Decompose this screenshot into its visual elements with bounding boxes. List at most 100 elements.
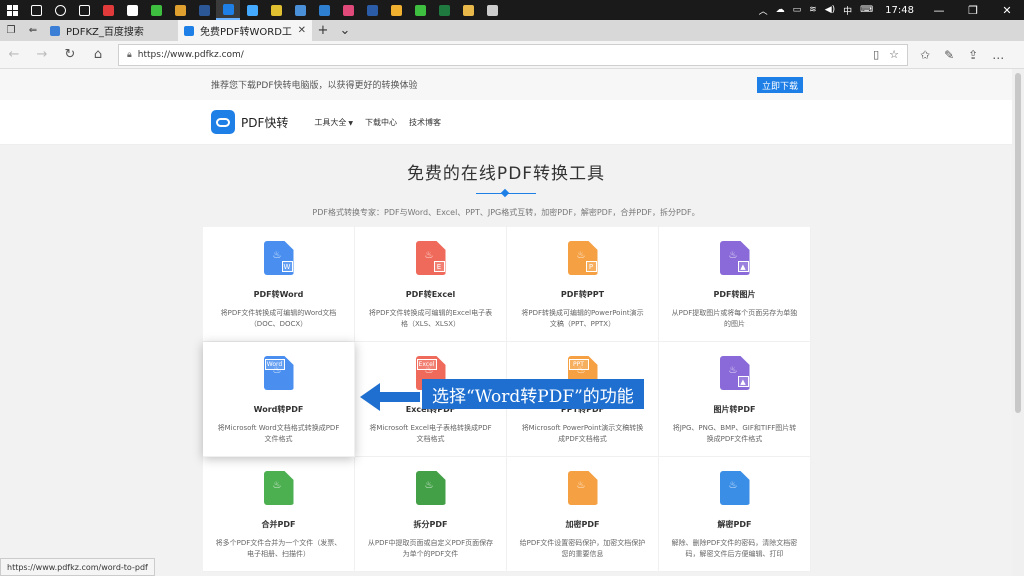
battery-icon[interactable]: ▭ <box>789 5 806 15</box>
photoshop-icon <box>366 4 378 16</box>
tool-card[interactable]: ♨ 拆分PDF 从PDF中提取页面或自定义PDF页面保存为单个的PDF文件 <box>355 457 507 572</box>
card-title: 图片转PDF <box>713 405 756 414</box>
favorites-icon[interactable]: ✩ <box>920 48 930 62</box>
volume-icon[interactable]: ◀) <box>821 5 839 15</box>
taskbar-app-red-icon[interactable] <box>96 0 120 20</box>
address-input[interactable]: 🔒︎ https://www.pdfkz.com/ ▯ ☆ <box>118 43 908 66</box>
close-icon[interactable]: ✕ <box>298 25 306 36</box>
more-icon[interactable]: … <box>992 48 1004 62</box>
tool-card[interactable]: ♨ 加密PDF 给PDF文件设置密码保护，加密文档保护您的重要信息 <box>507 457 659 572</box>
chevron-up-icon[interactable]: ︿ <box>755 4 772 17</box>
new-tab-button[interactable]: + <box>312 20 334 41</box>
page-scrollbar[interactable] <box>1012 69 1024 576</box>
tool-card[interactable]: ♨ P PDF转PPT 将PDF转换成可编辑的PowerPoint演示文稿（PPT、P… <box>507 227 659 342</box>
taskbar-search-icon[interactable] <box>24 0 48 20</box>
card-description: 从PDF中提取页面或自定义PDF页面保存为单个的PDF文件 <box>367 539 494 558</box>
clock[interactable]: 17:48 <box>877 5 922 16</box>
tool-card[interactable]: ♨ ▲ PDF转图片 从PDF提取图片或将每个页面另存为单独的图片 <box>659 227 811 342</box>
page-subtitle: PDF格式转换专家：PDF与Word、Excel、PPT、JPG格式互转，加密P… <box>312 208 700 217</box>
minimize-button[interactable]: — <box>922 4 956 17</box>
scrollbar-thumb[interactable] <box>1015 73 1021 413</box>
taskbar-photos-icon[interactable] <box>288 0 312 20</box>
card-title: PDF转Excel <box>405 290 456 299</box>
pdf-to-image-icon: ♨ ▲ <box>719 241 750 275</box>
download-now-button[interactable]: 立即下载 <box>757 77 803 93</box>
card-title: 合并PDF <box>261 520 296 529</box>
back-tabs-icon[interactable]: ⇐ <box>22 20 44 41</box>
share-icon[interactable]: ⇪ <box>968 48 978 62</box>
taskbar-app-pink-icon[interactable] <box>336 0 360 20</box>
taskbar-photoshop-icon[interactable] <box>360 0 384 20</box>
tool-card[interactable]: ♨ ▲ 图片转PDF 将JPG、PNG、BMP、GIF和TIFF图片转换成PDF文件格… <box>659 342 811 457</box>
taskbar-excel-icon[interactable] <box>432 0 456 20</box>
taskbar-app-green-icon[interactable] <box>144 0 168 20</box>
tool-card[interactable]: ♨ E PDF转Excel 将PDF文件转换成可编辑的Excel电子表格（XLS、XL… <box>355 227 507 342</box>
close-button[interactable]: ✕ <box>990 4 1024 17</box>
image-to-pdf-icon: ♨ ▲ <box>719 356 750 390</box>
favorite-star-icon[interactable]: ☆ <box>889 48 899 61</box>
brand-name[interactable]: PDF快转 <box>241 114 288 131</box>
refresh-button[interactable]: ↻ <box>56 47 84 62</box>
app-pink-icon <box>342 4 354 16</box>
app-red-icon <box>102 4 114 16</box>
taskbar-ie-icon[interactable] <box>312 0 336 20</box>
wifi-icon[interactable]: ≋ <box>805 5 821 15</box>
reading-view-icon[interactable]: ▯ <box>873 48 879 61</box>
taskbar-edge-icon[interactable] <box>216 0 240 20</box>
taskbar-file-icon[interactable] <box>120 0 144 20</box>
site-header: PDF快转 工具大全 ▼ 下载中心 技术博客 <box>0 100 1012 145</box>
lock-icon: 🔒︎ <box>127 49 132 60</box>
mail-icon <box>486 4 498 16</box>
taskbar-face-icon[interactable] <box>384 0 408 20</box>
baidu-favicon-icon <box>50 25 60 36</box>
folder-icon <box>462 4 474 16</box>
ie-icon <box>318 4 330 16</box>
page-title: 免费的在线PDF转换工具 <box>406 164 606 184</box>
card-title: 拆分PDF <box>413 520 448 529</box>
ime-indicator[interactable]: 中 <box>839 4 856 17</box>
nav-download-center[interactable]: 下载中心 <box>365 117 397 128</box>
start-button[interactable] <box>0 0 24 20</box>
card-description: 给PDF文件设置密码保护，加密文档保护您的重要信息 <box>519 539 646 558</box>
back-button[interactable]: ← <box>0 47 28 62</box>
pdf-to-ppt-icon: ♨ P <box>567 241 598 275</box>
caret-down-icon: ▼ <box>348 119 354 127</box>
tool-card[interactable]: ♨ 解密PDF 解除、删除PDF文件的密码，清除文档密码，解密文件后方便编辑、打印 <box>659 457 811 572</box>
tool-card[interactable]: ♨ Word Word转PDF 将Microsoft Word文档格式转换成PDF文件… <box>203 342 355 457</box>
nav-tech-blog[interactable]: 技术博客 <box>409 117 441 128</box>
taskbar-mail-icon[interactable] <box>480 0 504 20</box>
tab-title: 免费PDF转WORD工具[F <box>200 27 292 38</box>
taskbar-word-icon[interactable] <box>192 0 216 20</box>
keyboard-icon[interactable]: ⌨ <box>856 5 877 15</box>
taskbar-task-view-icon[interactable] <box>72 0 96 20</box>
url-text: https://www.pdfkz.com/ <box>137 49 244 60</box>
nav-tools[interactable]: 工具大全 ▼ <box>314 117 353 128</box>
taskbar-weibo-icon[interactable] <box>168 0 192 20</box>
taskbar-wechat-icon[interactable] <box>408 0 432 20</box>
restore-button[interactable]: ❐ <box>956 4 990 17</box>
pen-icon[interactable]: ✎ <box>944 48 954 62</box>
chevron-down-icon[interactable]: ⌄ <box>334 20 356 41</box>
task-view-icon <box>78 4 90 16</box>
edge-icon <box>222 3 234 15</box>
tab-baidu-search[interactable]: PDFKZ_百度搜索 <box>44 20 178 41</box>
taskbar-cortana-icon[interactable] <box>48 0 72 20</box>
tool-card[interactable]: ♨ 合并PDF 将多个PDF文件合并为一个文件（发票、电子相册、扫描件） <box>203 457 355 572</box>
tool-card[interactable]: ♨ W PDF转Word 将PDF文件转换成可编辑的Word文档（DOC、DOCX） <box>203 227 355 342</box>
pdfkz-logo-icon[interactable] <box>211 110 235 134</box>
card-title: PDF转图片 <box>713 290 756 299</box>
tab-pdfkz[interactable]: 免费PDF转WORD工具[F ✕ <box>178 20 312 41</box>
promo-text: 推荐您下载PDF快转电脑版，以获得更好的转换体验 <box>211 81 418 91</box>
taskbar-bird-icon[interactable] <box>240 0 264 20</box>
file-icon <box>126 4 138 16</box>
forward-button[interactable]: → <box>28 47 56 62</box>
taskbar-folder-icon[interactable] <box>456 0 480 20</box>
taskbar-chrome-icon[interactable] <box>264 0 288 20</box>
system-tray: ︿ ☁ ▭ ≋ ◀) 中 ⌨ 17:48 — ❐ ✕ <box>755 0 1024 20</box>
card-description: 将PDF文件转换成可编辑的Excel电子表格（XLS、XLSX） <box>368 309 493 328</box>
tab-actions-icon[interactable]: ❐ <box>0 20 22 41</box>
arrow-left-icon <box>360 383 420 411</box>
card-title: Word转PDF <box>253 405 304 414</box>
cloud-icon[interactable]: ☁ <box>772 5 789 15</box>
home-button[interactable]: ⌂ <box>84 47 112 62</box>
